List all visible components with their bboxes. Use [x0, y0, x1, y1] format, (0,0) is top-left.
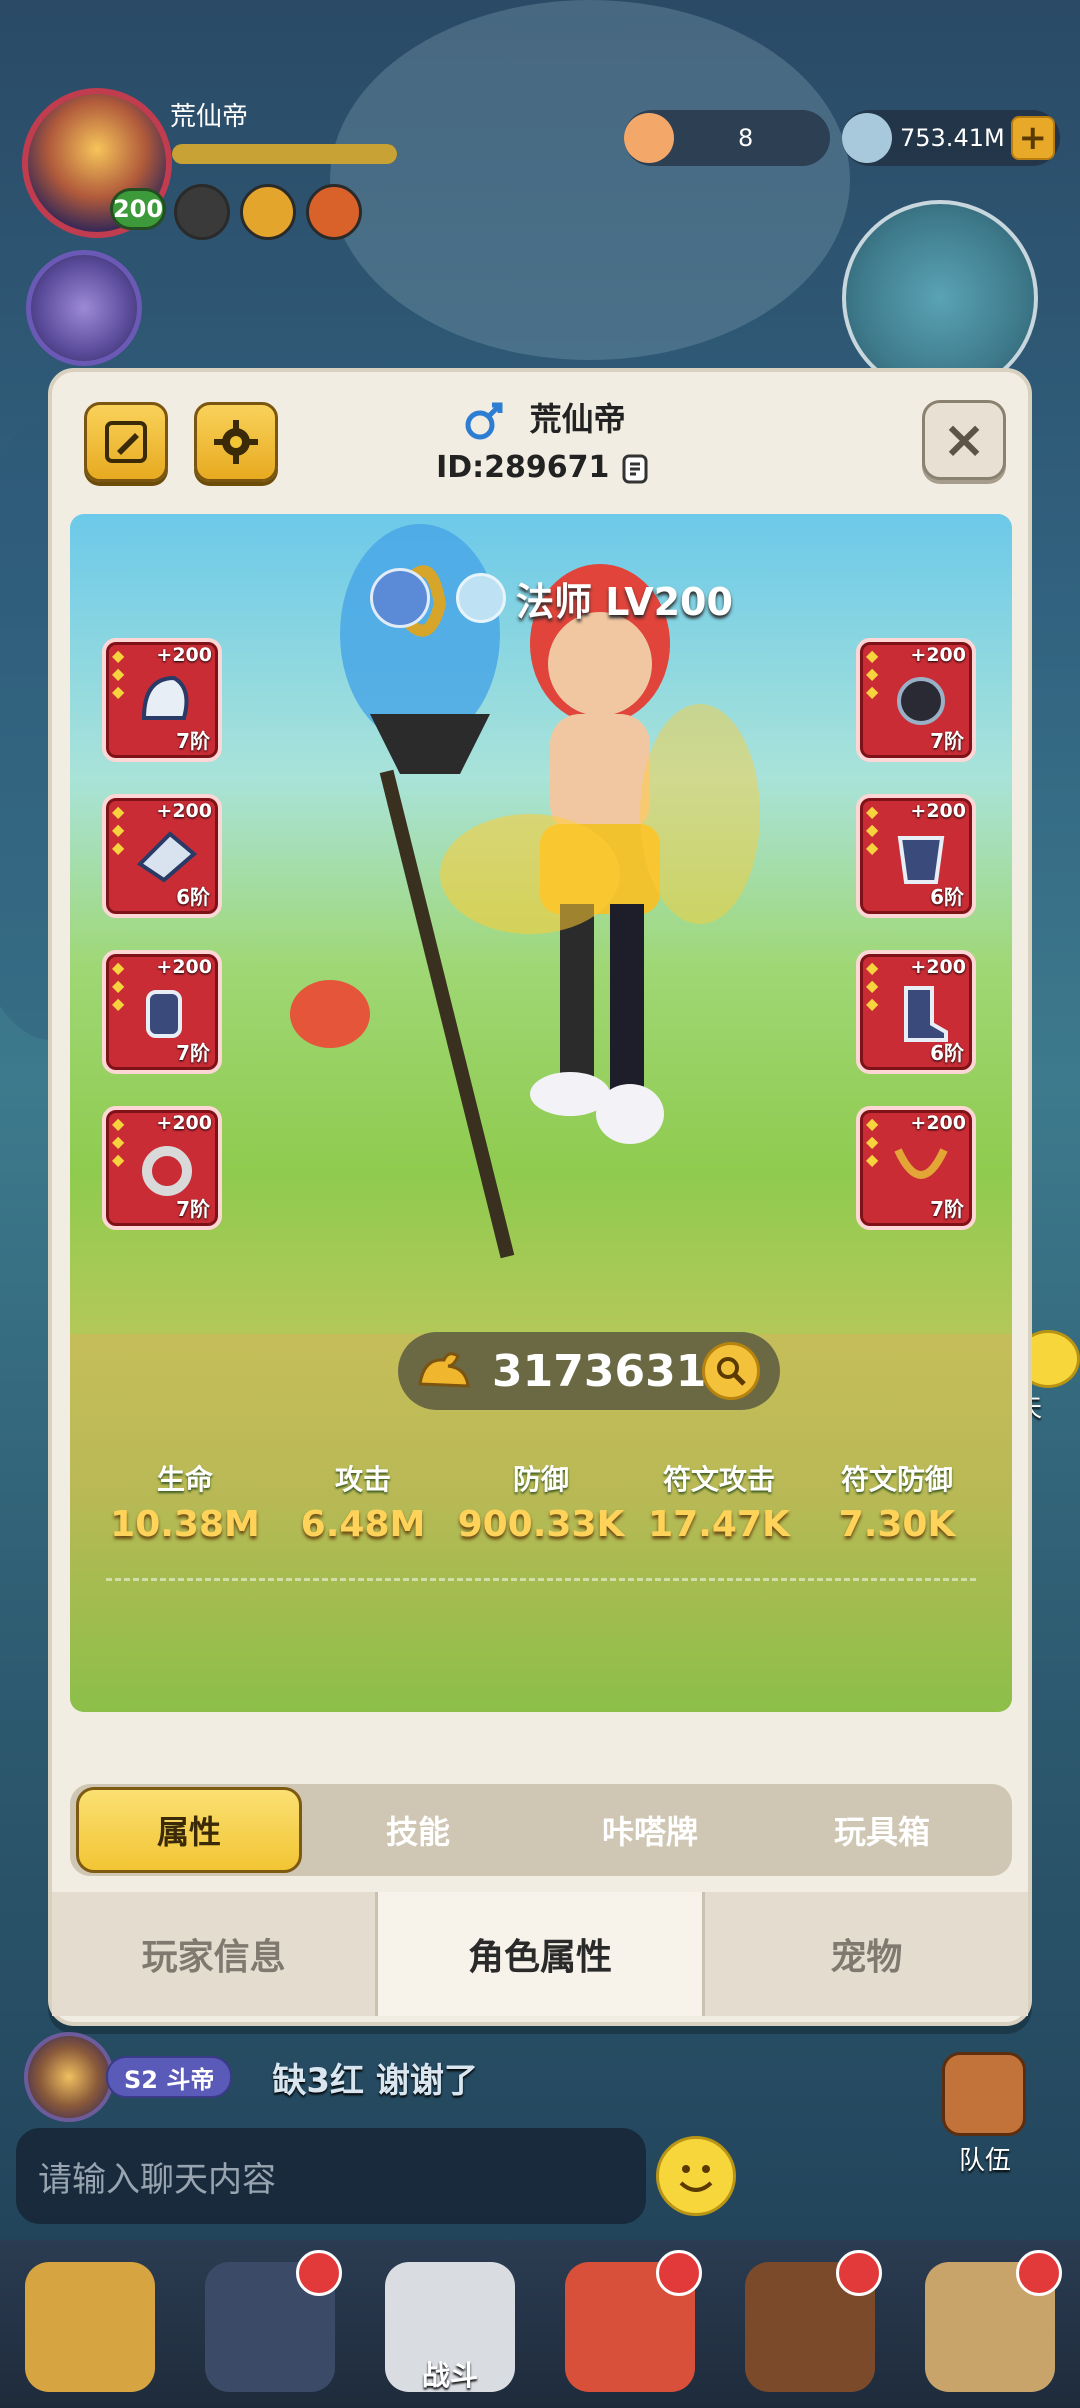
muscle-icon [418, 1352, 470, 1388]
nav-dino[interactable] [540, 2240, 720, 2408]
stat-rune-defense: 符文防御 7.30K [838, 1463, 956, 1545]
equip-slot-right-3[interactable]: ◆ ◆ ◆ +200 6阶 [856, 950, 976, 1074]
tab-attributes[interactable]: 属性 [76, 1787, 302, 1873]
buff-shield-icon[interactable] [306, 184, 362, 240]
bottom-nav: 战斗 [0, 2240, 1080, 2408]
nav-character[interactable] [0, 2240, 180, 2408]
chat-rank-badge: S2 斗帝 [106, 2056, 233, 2098]
buff-bag-icon[interactable] [240, 184, 296, 240]
smiley-icon [679, 2165, 713, 2192]
resource-stone: 753.41M + [842, 110, 1060, 166]
chat-message-text: 缺3红 谢谢了 [272, 2060, 478, 2101]
stats-row: 生命 10.38M 攻击 6.48M 防御 900.33K 符文攻击 17.47… [100, 1458, 982, 1545]
stat-hp: 生命 10.38M [110, 1463, 260, 1545]
emoji-button[interactable] [656, 2136, 736, 2216]
chat-input[interactable]: 请输入聊天内容 [16, 2128, 646, 2224]
tab-player-info[interactable]: 玩家信息 [52, 1892, 379, 2016]
copy-id-icon[interactable] [620, 453, 652, 485]
tab-cards[interactable]: 咔嗒牌 [534, 1787, 766, 1873]
tab-skills[interactable]: 技能 [302, 1787, 534, 1873]
power-detail-button[interactable] [702, 1342, 760, 1400]
caveman-icon [25, 2262, 155, 2392]
resource-shell: 8 [624, 110, 830, 166]
equip-slot-right-1[interactable]: ◆ ◆ ◆ +200 7阶 [856, 638, 976, 762]
stat-defense: 防御 900.33K [457, 1463, 625, 1545]
background-creature [330, 0, 850, 360]
stat-rune-attack: 符文攻击 17.47K [648, 1463, 790, 1545]
sub-tab-bar: 属性 技能 咔嗒牌 玩具箱 [70, 1784, 1012, 1876]
resource-shell-value: 8 [738, 124, 754, 152]
nav-battle[interactable]: 战斗 [360, 2240, 540, 2408]
nav-tribe[interactable] [900, 2240, 1080, 2408]
player-info-dialog: 荒仙帝 ID:289671 × 法师 LV200 ◆ ◆ ◆ +200 7阶 ◆… [48, 368, 1032, 2026]
equip-slot-left-3[interactable]: ◆ ◆ ◆ +200 7阶 [102, 950, 222, 1074]
dialog-player-name-text: 荒仙帝 [529, 400, 626, 438]
rank-badge-icon [370, 568, 430, 628]
hud-exp-bar [172, 144, 397, 164]
hud-player-name: 荒仙帝 [170, 102, 249, 132]
team-button[interactable]: 队伍 [930, 2052, 1040, 2182]
equip-slot-left-2[interactable]: ◆ ◆ ◆ +200 6阶 [102, 794, 222, 918]
close-icon: × [942, 410, 986, 470]
male-gender-icon [465, 402, 503, 440]
class-level-label: 法师 LV200 [516, 579, 733, 624]
equip-slot-left-4[interactable]: ◆ ◆ ◆ +200 7阶 [102, 1106, 222, 1230]
stone-icon [842, 113, 892, 163]
secondary-portrait[interactable] [26, 250, 142, 366]
combat-power: 31736319 [398, 1332, 780, 1410]
combat-power-value: 31736319 [492, 1345, 737, 1397]
nav-battle-label: 战斗 [421, 2359, 478, 2392]
mage-class-icon [456, 573, 506, 623]
equip-slot-left-1[interactable]: ◆ ◆ ◆ +200 7阶 [102, 638, 222, 762]
chat-avatar[interactable] [24, 2032, 114, 2122]
magnifier-icon [717, 1357, 746, 1386]
tab-character-attributes[interactable]: 角色属性 [378, 1892, 705, 2016]
character-model [290, 524, 760, 1259]
player-id-text: ID:289671 [436, 450, 610, 485]
dialog-player-id: ID:289671 [52, 450, 1036, 485]
stat-attack: 攻击 6.48M [300, 1463, 426, 1545]
equip-slot-right-2[interactable]: ◆ ◆ ◆ +200 6阶 [856, 794, 976, 918]
stats-divider [106, 1578, 976, 1581]
nav-hero[interactable] [180, 2240, 360, 2408]
buff-gear-icon[interactable] [174, 184, 230, 240]
team-label: 队伍 [958, 2146, 1011, 2176]
equip-slot-right-4[interactable]: ◆ ◆ ◆ +200 7阶 [856, 1106, 976, 1230]
chat-message-row: S2 斗帝 缺3红 谢谢了 [24, 2032, 478, 2122]
dialog-player-name: 荒仙帝 [52, 394, 1036, 443]
notification-bell-icon [656, 2250, 702, 2296]
team-icon [942, 2052, 1026, 2136]
add-resource-button[interactable]: + [1010, 116, 1055, 160]
notification-bell-icon [296, 2250, 342, 2296]
tab-pets[interactable]: 宠物 [704, 1892, 1028, 2016]
minimap[interactable] [842, 200, 1038, 396]
chat-input-placeholder: 请输入聊天内容 [38, 2159, 276, 2200]
nav-shop[interactable] [720, 2240, 900, 2408]
notification-bell-icon [836, 2250, 882, 2296]
notification-bell-icon [1016, 2250, 1062, 2296]
player-level-badge: 200 [110, 188, 166, 230]
shell-icon [624, 113, 674, 163]
tab-toybox[interactable]: 玩具箱 [766, 1787, 998, 1873]
class-level-row: 法师 LV200 [370, 568, 733, 628]
close-button[interactable]: × [922, 400, 1006, 480]
resource-stone-value: 753.41M [900, 124, 1005, 152]
character-scene: 法师 LV200 ◆ ◆ ◆ +200 7阶 ◆ ◆ ◆ +200 6阶 ◆ ◆ ◆ +20… [70, 514, 1012, 1712]
main-tab-bar: 玩家信息 角色属性 宠物 [52, 1892, 1028, 2016]
